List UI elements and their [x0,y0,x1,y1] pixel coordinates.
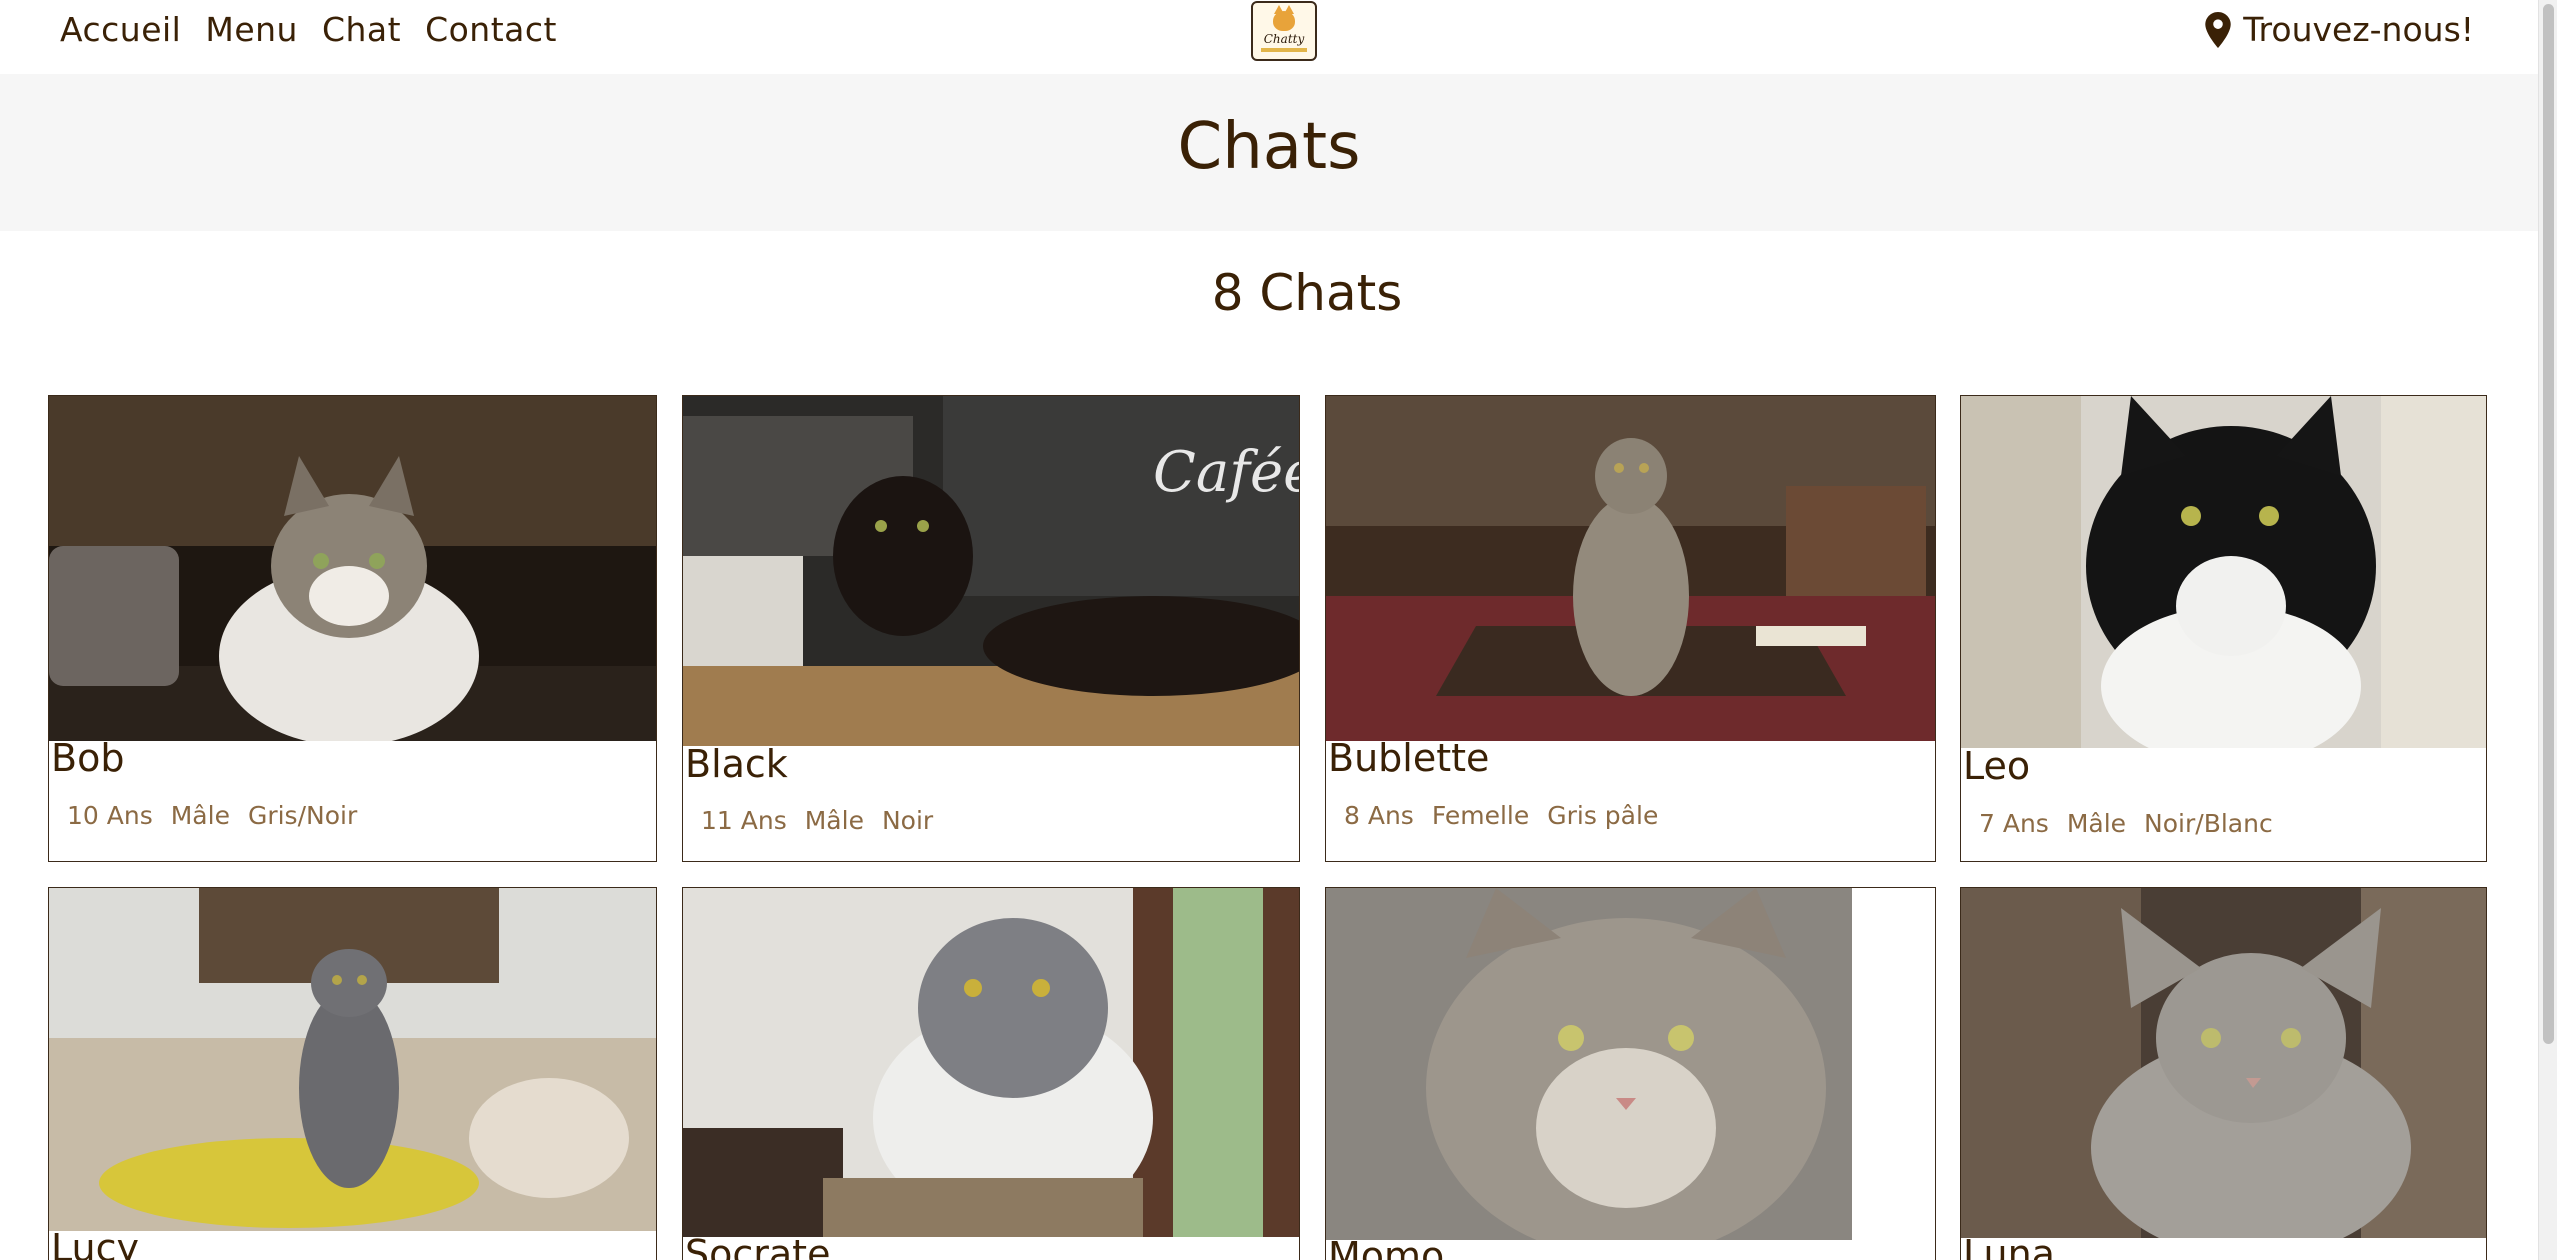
nav-menu[interactable]: Menu [205,10,298,49]
svg-text:Caféen: Caféen [1153,440,1299,505]
logo-underline [1261,47,1307,52]
cat-color: Gris pâle [1547,801,1659,830]
cat-logo-icon [1273,4,1295,31]
logo-wordmark: Chatty [1263,31,1305,46]
cat-card-socrate[interactable]: Socrate [682,887,1300,1260]
cat-photo[interactable] [49,888,656,1231]
page-title: Chats [1177,110,1361,184]
cat-count: 8 Chats [1211,264,1403,322]
cat-name: Socrate [685,1232,831,1260]
cat-sex: Mâle [170,801,230,830]
cat-age: 8 Ans [1344,801,1414,830]
nav-chat[interactable]: Chat [322,10,401,49]
cat-sex: Mâle [804,806,864,835]
cat-name: Bublette [1328,736,1490,780]
map-pin-icon [2205,11,2231,48]
scrollbar-thumb[interactable] [2543,4,2554,1044]
cat-name: Lucy [51,1226,139,1260]
cat-tags: 7 Ans Mâle Noir/Blanc [1979,809,2273,838]
cat-photo[interactable] [1961,396,2486,748]
main-nav: Accueil Menu Chat Contact [60,10,557,49]
cat-age: 7 Ans [1979,809,2049,838]
top-navbar: Accueil Menu Chat Contact Chatty Trouvez… [0,0,2538,74]
cat-tags: 10 Ans Mâle Gris/Noir [67,801,357,830]
cat-card-bob[interactable]: Bob 10 Ans Mâle Gris/Noir [48,395,657,862]
cat-age: 10 Ans [67,801,153,830]
cat-photo[interactable] [683,888,1299,1237]
cat-photo[interactable]: Caféen [683,396,1299,746]
cat-photo[interactable] [1961,888,2486,1238]
find-us-link[interactable]: Trouvez-nous! [2205,10,2474,49]
cat-card-momo[interactable]: Momo [1325,887,1936,1260]
cat-card-lucy[interactable]: Lucy [48,887,657,1260]
cat-card-leo[interactable]: Leo 7 Ans Mâle Noir/Blanc [1960,395,2487,862]
cat-name: Momo [1328,1234,1445,1260]
cat-color: Noir [881,806,934,835]
cat-color: Noir/Blanc [2144,809,2273,838]
cat-name: Bob [51,736,125,780]
nav-accueil[interactable]: Accueil [60,10,181,49]
cat-color: Gris/Noir [247,801,358,830]
cat-card-luna[interactable]: Luna [1960,887,2487,1260]
nav-contact[interactable]: Contact [425,10,557,49]
cat-age: 11 Ans [701,806,787,835]
cat-photo[interactable] [1326,396,1935,741]
cat-name: Black [685,742,788,786]
cat-card-black[interactable]: Caféen Black 11 Ans Mâle Noir [682,395,1300,862]
cat-tags: 8 Ans Femelle Gris pâle [1344,801,1658,830]
page-header-band: Chats [0,74,2538,231]
cat-tags: 11 Ans Mâle Noir [701,806,933,835]
cat-sex: Mâle [2066,809,2127,838]
find-us-label: Trouvez-nous! [2243,10,2474,49]
cat-photo[interactable] [1326,888,1935,1240]
cat-name: Leo [1963,744,2031,788]
page-scrollbar[interactable] [2538,0,2557,1260]
cat-name: Luna [1963,1232,2055,1260]
cat-photo[interactable] [49,396,656,741]
cat-sex: Femelle [1431,801,1530,830]
cat-card-bublette[interactable]: Bublette 8 Ans Femelle Gris pâle [1325,395,1936,862]
site-logo[interactable]: Chatty [1251,1,1317,61]
